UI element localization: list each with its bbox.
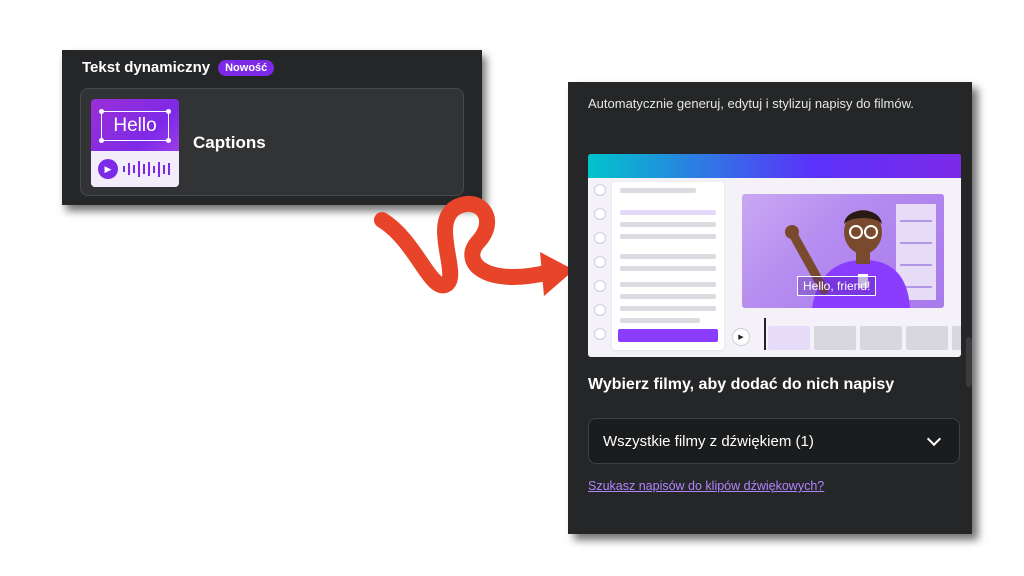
timeline-clip	[906, 326, 948, 350]
scrollbar[interactable]	[966, 337, 972, 387]
handle-dot	[99, 138, 104, 143]
captions-description: Automatycznie generuj, edytuj i stylizuj…	[588, 96, 914, 111]
illustration-video-frame: Hello, friend!	[742, 194, 944, 308]
captions-label: Captions	[193, 133, 266, 152]
captions-illustration: Hello, friend! ▶	[588, 154, 961, 357]
captions-panel: Automatycznie generuj, edytuj i stylizuj…	[568, 82, 972, 534]
thumbnail-audio-strip: ▶	[91, 151, 179, 187]
illustration-button	[618, 329, 718, 342]
timeline-clip	[768, 326, 810, 350]
captions-thumbnail: Hello ▶	[91, 99, 179, 187]
timeline-playhead	[764, 318, 766, 350]
illustration-transcript-list	[612, 182, 724, 350]
handle-dot	[166, 138, 171, 143]
thumbnail-hello-label: Hello	[113, 115, 157, 136]
videos-select[interactable]: Wszystkie filmy z dźwiękiem (1)	[588, 418, 960, 464]
chevron-down-icon	[926, 431, 942, 447]
timeline-clip	[952, 326, 961, 350]
timeline-clip	[814, 326, 856, 350]
handle-dot	[166, 109, 171, 114]
section-header: Tekst dynamiczny Nowość	[82, 59, 275, 76]
waveform-icon	[123, 160, 170, 178]
illustration-gradient-bar	[588, 154, 961, 178]
play-icon: ▶	[98, 159, 118, 179]
choose-videos-heading: Wybierz filmy, aby dodać do nich napisy	[588, 376, 895, 393]
illustration-caption: Hello, friend!	[797, 276, 877, 296]
section-title: Tekst dynamiczny	[82, 59, 211, 76]
audio-captions-link[interactable]: Szukasz napisów do klipów dźwiękowych?	[588, 479, 824, 493]
thumbnail-hello-text: Hello	[99, 109, 171, 143]
new-badge: Nowość	[218, 59, 275, 76]
videos-select-value: Wszystkie filmy z dźwiękiem (1)	[603, 433, 814, 450]
handle-dot	[99, 109, 104, 114]
timeline-clip	[860, 326, 902, 350]
play-icon: ▶	[732, 328, 750, 346]
curly-arrow-icon	[374, 195, 574, 296]
illustration-checkboxes	[594, 184, 606, 352]
